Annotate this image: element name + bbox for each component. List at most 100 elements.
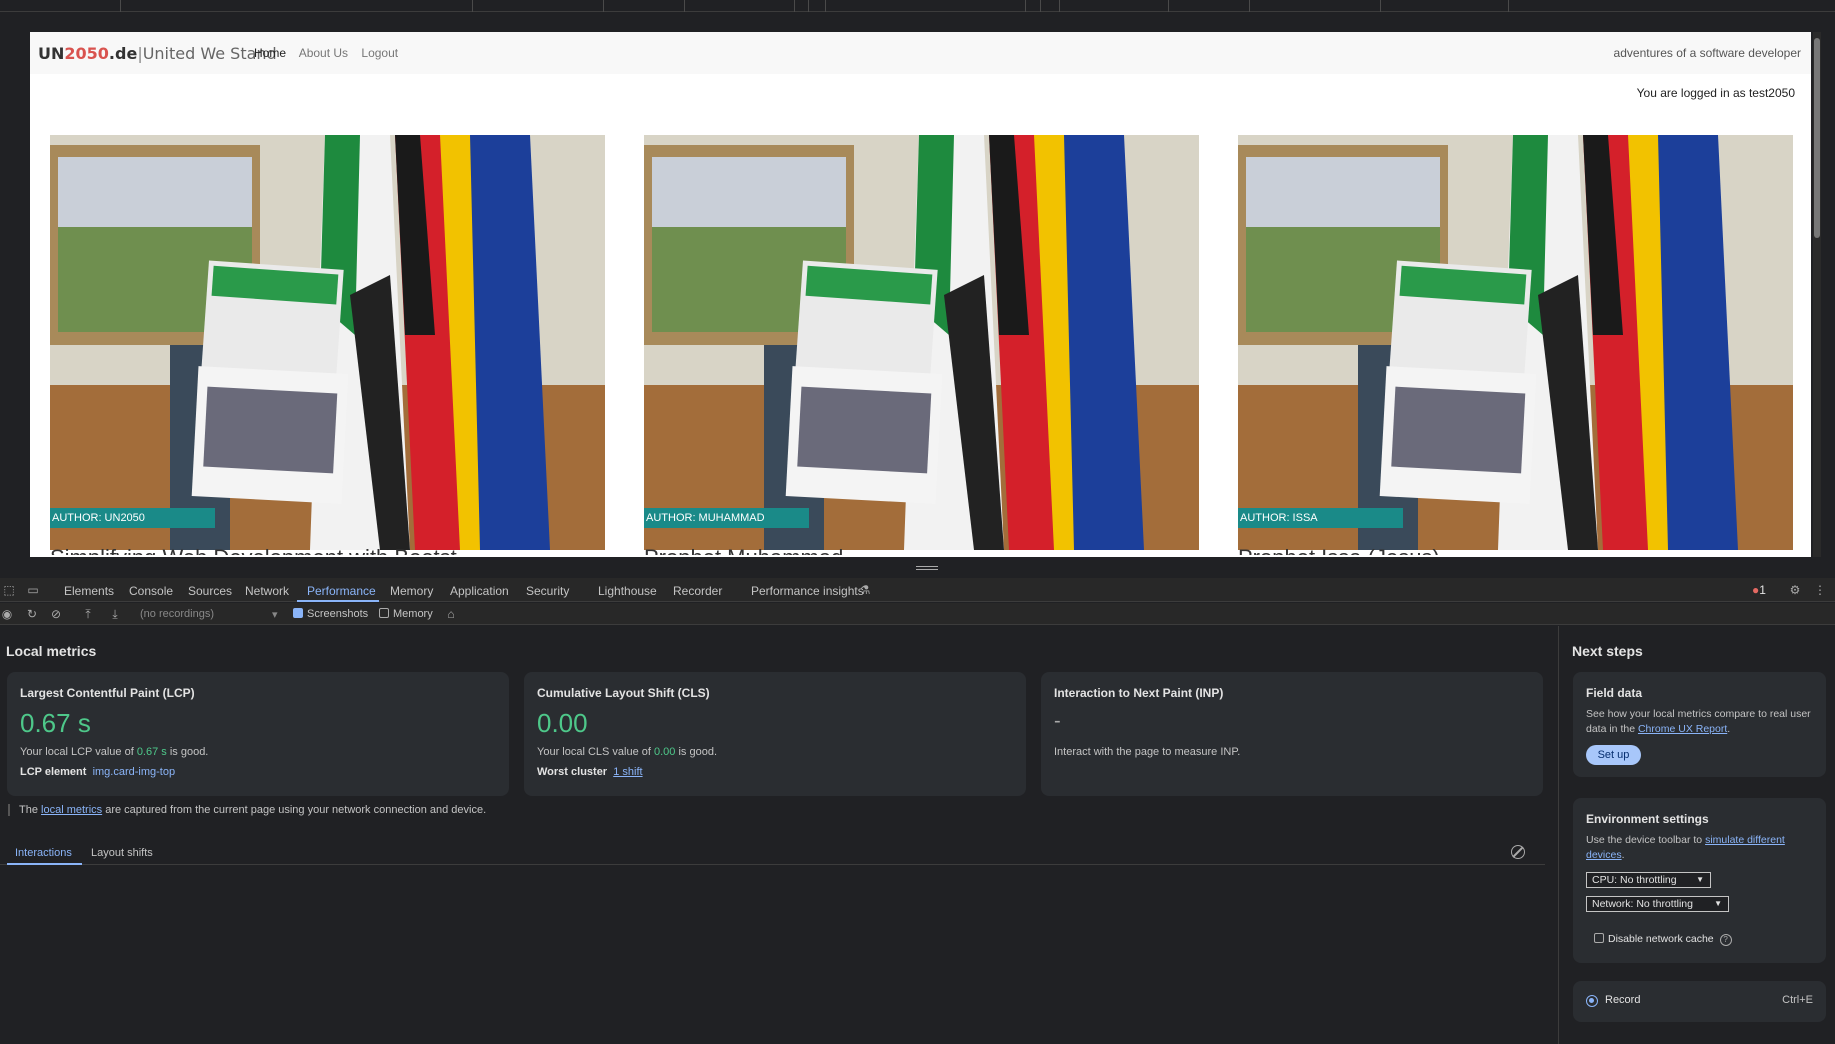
brand-un: UN: [38, 44, 65, 63]
record-shortcut: Ctrl+E: [1782, 994, 1813, 1006]
clear-interactions-icon[interactable]: [1511, 845, 1525, 859]
tab-layout-shifts[interactable]: Layout shifts: [91, 847, 153, 859]
environment-settings-description: Use the device toolbar to simulate diffe…: [1586, 834, 1785, 861]
clear-icon[interactable]: ⊘: [49, 607, 63, 621]
lcp-description: Your local LCP value of 0.67 s is good.: [20, 746, 209, 758]
cpu-throttling-select[interactable]: CPU: No throttling: [1586, 872, 1711, 888]
settings-gear-icon[interactable]: ⚙: [1788, 583, 1802, 597]
active-subtab-indicator: [7, 863, 82, 865]
checkbox-unchecked-icon: [1594, 933, 1604, 943]
checkbox-checked-icon: [293, 608, 303, 618]
card-title[interactable]: Prophet Issa (Jesus): [1238, 545, 1440, 555]
memory-checkbox[interactable]: Memory: [379, 608, 433, 620]
active-tab-indicator: [297, 600, 379, 602]
page-viewport: UN2050.de|United We Stand Home About Us …: [30, 32, 1811, 557]
inp-card: Interaction to Next Paint (INP) - Intera…: [1041, 672, 1543, 796]
card-title[interactable]: Prophet Muhammad: [644, 545, 843, 555]
inp-title: Interaction to Next Paint (INP): [1054, 686, 1224, 700]
devtools-tabbar: ⬚ ▭ Elements Console Sources Network Per…: [0, 578, 1835, 602]
tab-performance[interactable]: Performance: [307, 584, 376, 598]
inp-value: -: [1054, 710, 1061, 732]
metrics-subtabs: Interactions Layout shifts: [0, 841, 1545, 865]
record-label: Record: [1605, 994, 1641, 1006]
environment-settings-title: Environment settings: [1586, 812, 1709, 826]
screenshots-label: Screenshots: [307, 608, 369, 620]
inspect-element-icon[interactable]: ⬚: [2, 583, 16, 597]
scrollbar-thumb[interactable]: [1814, 38, 1820, 238]
card-image[interactable]: [50, 135, 605, 550]
devtools-resize-handle[interactable]: [916, 566, 938, 570]
recordings-select[interactable]: (no recordings): [140, 608, 280, 620]
site-navbar: UN2050.de|United We Stand Home About Us …: [30, 32, 1811, 74]
record-card[interactable]: Record Ctrl+E: [1573, 981, 1826, 1022]
author-badge: AUTHOR: MUHAMMAD: [644, 508, 809, 528]
tab-console[interactable]: Console: [129, 584, 173, 598]
lcp-title: Largest Contentful Paint (LCP): [20, 686, 195, 700]
local-metrics-title: Local metrics: [6, 643, 97, 659]
cls-cluster-row: Worst cluster 1 shift: [537, 766, 643, 778]
post-card[interactable]: AUTHOR: UN2050 Simplifying Web Developme…: [50, 135, 605, 555]
disable-cache-checkbox[interactable]: Disable network cache?: [1594, 933, 1732, 946]
post-card[interactable]: AUTHOR: MUHAMMAD Prophet Muhammad: [644, 135, 1199, 555]
environment-settings-card: Environment settings Use the device tool…: [1573, 798, 1826, 963]
record-icon[interactable]: ◉: [0, 607, 14, 621]
performance-toolbar: ◉ ↻ ⊘ ⤒ ⤓ (no recordings) ▾ Screenshots …: [0, 603, 1835, 625]
lcp-element-row: LCP element img.card-img-top: [20, 766, 176, 778]
ruler-strip: [0, 0, 1835, 12]
tab-memory[interactable]: Memory: [390, 584, 433, 598]
author-badge: AUTHOR: ISSA: [1238, 508, 1403, 528]
tab-lighthouse[interactable]: Lighthouse: [598, 584, 657, 598]
tab-performance-insights[interactable]: Performance insights: [751, 584, 864, 598]
lcp-card: Largest Contentful Paint (LCP) 0.67 s Yo…: [7, 672, 509, 796]
download-profile-icon[interactable]: ⤓: [108, 607, 122, 621]
post-card[interactable]: AUTHOR: ISSA Prophet Issa (Jesus): [1238, 135, 1793, 555]
cls-title: Cumulative Layout Shift (CLS): [537, 686, 710, 700]
screenshots-checkbox[interactable]: Screenshots: [293, 608, 368, 620]
page-scrollbar[interactable]: [1813, 32, 1821, 557]
nav-home[interactable]: Home: [254, 46, 286, 60]
tab-recorder[interactable]: Recorder: [673, 584, 722, 598]
nav-about-us[interactable]: About Us: [299, 46, 348, 60]
more-options-icon[interactable]: ⋮: [1813, 583, 1827, 597]
tab-application[interactable]: Application: [450, 584, 509, 598]
tab-elements[interactable]: Elements: [64, 584, 114, 598]
worst-cluster-link[interactable]: 1 shift: [613, 766, 642, 778]
checkbox-unchecked-icon: [379, 608, 389, 618]
tab-interactions[interactable]: Interactions: [15, 847, 72, 859]
setup-button[interactable]: Set up: [1586, 745, 1641, 765]
error-count: 1: [1759, 583, 1766, 597]
garbage-collect-icon[interactable]: ⌂: [444, 607, 458, 621]
site-brand[interactable]: UN2050.de|United We Stand: [38, 44, 277, 63]
disable-cache-label: Disable network cache: [1608, 933, 1714, 945]
cls-card: Cumulative Layout Shift (CLS) 0.00 Your …: [524, 672, 1026, 796]
brand-de: .de: [108, 44, 138, 63]
network-throttling-select[interactable]: Network: No throttling: [1586, 896, 1729, 912]
device-toolbar-icon[interactable]: ▭: [26, 583, 40, 597]
logged-in-status: You are logged in as test2050: [1636, 86, 1795, 100]
tab-security[interactable]: Security: [526, 584, 569, 598]
cls-value: 0.00: [537, 708, 588, 738]
flask-icon: ⚗: [859, 583, 871, 597]
help-icon[interactable]: ?: [1719, 934, 1732, 946]
cls-description: Your local CLS value of 0.00 is good.: [537, 746, 718, 758]
lcp-element-link[interactable]: img.card-img-top: [93, 766, 176, 778]
upload-profile-icon[interactable]: ⤒: [81, 607, 95, 621]
card-image[interactable]: [1238, 135, 1793, 550]
error-count-badge[interactable]: ●1: [1746, 583, 1772, 597]
field-data-card: Field data See how your local metrics co…: [1573, 672, 1826, 777]
tab-sources[interactable]: Sources: [188, 584, 232, 598]
field-data-description: See how your local metrics compare to re…: [1586, 708, 1811, 735]
inp-description: Interact with the page to measure INP.: [1054, 746, 1241, 758]
brand-2050: 2050: [64, 44, 109, 63]
nav-tagline: adventures of a software developer: [1613, 46, 1801, 60]
reload-record-icon[interactable]: ↻: [25, 607, 39, 621]
card-image[interactable]: [644, 135, 1199, 550]
chrome-ux-report-link[interactable]: Chrome UX Report: [1638, 723, 1727, 735]
field-data-title: Field data: [1586, 686, 1643, 700]
card-title[interactable]: Simplifying Web Development with Bootst: [50, 545, 457, 555]
nav-logout[interactable]: Logout: [361, 46, 398, 60]
local-metrics-link[interactable]: local metrics: [41, 804, 102, 816]
tab-network[interactable]: Network: [245, 584, 289, 598]
recordings-dropdown-icon[interactable]: ▾: [272, 608, 278, 621]
record-radio-icon: [1586, 995, 1598, 1007]
